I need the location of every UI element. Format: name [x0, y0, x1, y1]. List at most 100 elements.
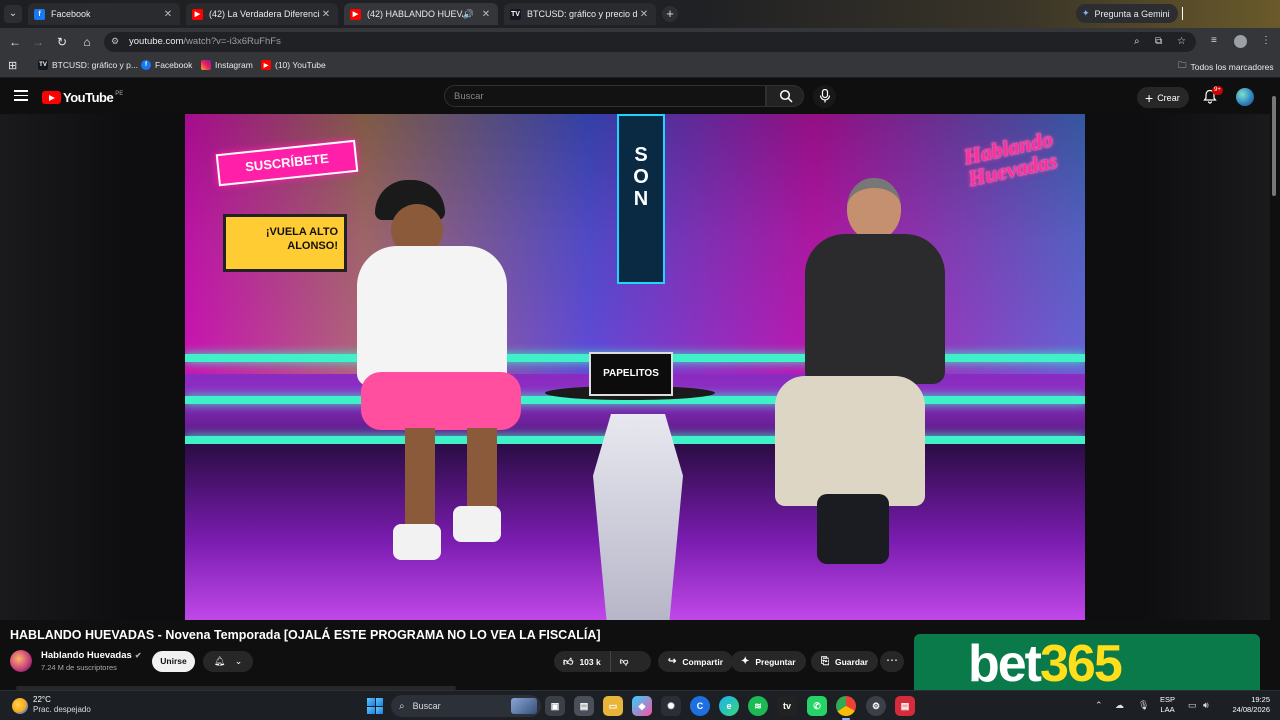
close-tab-icon[interactable]: ✕ — [162, 9, 174, 20]
channel-name[interactable]: Hablando Huevadas ✔ — [41, 650, 142, 661]
ask-button[interactable]: ✦ Preguntar — [731, 651, 806, 672]
profile-avatar[interactable] — [1234, 35, 1247, 48]
chrome-icon[interactable] — [836, 696, 856, 720]
copilot-icon[interactable]: ◆ — [632, 696, 652, 716]
bulldog-statue — [593, 414, 683, 620]
video-player[interactable]: SUSCRÍBETE ¡VUELA ALTO ALONSO! S O N Hab… — [185, 114, 1085, 620]
edge-icon[interactable]: e — [719, 696, 739, 716]
youtube-icon: ▶ — [261, 60, 271, 70]
verified-icon: ✔ — [134, 651, 142, 660]
menu-icon[interactable] — [14, 90, 28, 101]
join-button[interactable]: Unirse — [152, 651, 195, 672]
language-indicator[interactable]: ESP LAA — [1160, 695, 1175, 715]
close-tab-icon[interactable]: ✕ — [320, 9, 332, 20]
chevron-down-icon: ⌄ — [234, 656, 243, 666]
system-clock[interactable]: 19:25 24/08/2026 — [1222, 695, 1270, 715]
search-highlight-image — [511, 698, 537, 714]
search-icon: ⌕ — [399, 700, 405, 712]
search-input[interactable] — [454, 90, 754, 103]
share-button[interactable]: ↪ Compartir — [658, 651, 734, 672]
weather-description[interactable]: Prac. despejado — [33, 705, 91, 714]
youtube-logo[interactable]: YouTube PE — [42, 90, 123, 105]
tab-btcusd[interactable]: TV BTCUSD: gráfico y precio del Bi ✕ — [504, 3, 656, 25]
weather-icon[interactable] — [12, 698, 28, 714]
bookmark-youtube[interactable]: ▶ (10) YouTube — [261, 60, 326, 70]
notification-badge: 9+ — [1212, 86, 1223, 95]
speaker-icon[interactable]: 🔊 — [463, 9, 474, 20]
pdf-app-icon[interactable]: ▤ — [895, 696, 915, 716]
bookmark-star-icon[interactable]: ☆ — [1177, 36, 1186, 47]
forward-icon[interactable]: → — [30, 34, 46, 50]
bookmark-btcusd[interactable]: TV BTCUSD: gráfico y p... — [38, 60, 138, 70]
cortana-icon[interactable]: C — [690, 696, 710, 716]
bookmark-instagram[interactable]: Instagram — [201, 60, 253, 70]
folder-icon: 🗀 — [1178, 60, 1187, 70]
tab-facebook[interactable]: f Facebook ✕ — [28, 3, 180, 25]
more-actions-button[interactable]: ⋯ — [880, 651, 904, 672]
like-button[interactable]: 👍︎ 103 k — [554, 651, 611, 672]
youtube-icon: ▶ — [192, 8, 203, 20]
reload-icon[interactable]: ↻ — [54, 34, 70, 50]
youtube-header: YouTube PE + Crear 9+ — [0, 78, 1280, 114]
save-button[interactable]: ⎘ Guardar — [811, 651, 879, 672]
file-explorer-icon[interactable]: ▭ — [603, 696, 623, 716]
host-left-shorts — [361, 372, 521, 430]
tab-search-icon[interactable]: ⌄ — [4, 5, 22, 23]
home-icon[interactable]: ⌂ — [79, 34, 95, 50]
bookmarks-bar: ⊞ TV BTCUSD: gráfico y p... f Facebook I… — [0, 56, 1280, 78]
tab-youtube-diferencia[interactable]: ▶ (42) La Verdadera Diferencia Ent ✕ — [186, 3, 338, 25]
host-right-shoes — [817, 494, 889, 564]
tab-title: BTCUSD: gráfico y precio del Bi — [527, 9, 638, 19]
bookmark-facebook[interactable]: f Facebook — [141, 60, 192, 70]
bookmark-icon: ⎘ — [821, 656, 829, 667]
volume-icon[interactable]: 🔊︎ — [1203, 700, 1209, 711]
host-left-leg — [405, 428, 435, 538]
taskbar-search[interactable]: ⌕ Buscar — [391, 695, 541, 717]
dislike-button[interactable]: 👎︎ — [611, 656, 638, 667]
store-icon[interactable]: ▤ — [574, 696, 594, 716]
host-left-shirt — [357, 246, 507, 386]
apple-tv-icon[interactable]: tv — [777, 696, 797, 716]
microphone-tray-icon[interactable]: 🎙︎ — [1138, 700, 1149, 711]
close-tab-icon[interactable]: ✕ — [638, 9, 650, 20]
apps-grid-icon[interactable]: ⊞ — [8, 59, 17, 72]
papelitos-sign: PAPELITOS — [589, 352, 673, 396]
spotify-icon[interactable]: ≋ — [748, 696, 768, 716]
subscription-bell-button[interactable]: 🔔︎ ⌄ — [203, 651, 253, 672]
host-right-pants — [775, 376, 925, 506]
tab-youtube-hablando[interactable]: ▶ (42) HABLANDO HUEVADA 🔊 ✕ — [344, 3, 498, 25]
close-tab-icon[interactable]: ✕ — [480, 9, 492, 20]
video-title: HABLANDO HUEVADAS - Novena Temporada [OJ… — [10, 628, 601, 642]
tray-overflow-icon[interactable]: ⌃ — [1095, 700, 1103, 711]
cloud-icon[interactable]: ☁ — [1115, 700, 1124, 711]
browser-menu-icon[interactable]: ⋮ — [1261, 35, 1271, 46]
gemini-button[interactable]: ✦ Pregunta a Gemini — [1076, 4, 1178, 23]
create-button[interactable]: + Crear — [1137, 87, 1189, 108]
address-bar[interactable]: ⚙ youtube.com/watch?v=-i3x6RuFhFs ⌕ ⧉ ☆ — [104, 32, 1196, 52]
channel-avatar[interactable] — [10, 650, 32, 672]
search-button[interactable] — [766, 85, 804, 107]
windows-start-icon[interactable] — [367, 698, 383, 714]
all-bookmarks[interactable]: 🗀 Todos los marcadores — [1178, 60, 1274, 74]
notifications-button[interactable]: 9+ — [1203, 86, 1223, 107]
url-text[interactable]: youtube.com/watch?v=-i3x6RuFhFs — [129, 36, 281, 47]
chatgpt-icon[interactable]: ✺ — [661, 696, 681, 716]
whatsapp-icon[interactable]: ✆ — [807, 696, 827, 716]
search-icon — [779, 89, 793, 103]
tab-media-icon[interactable]: ≡ — [1211, 35, 1217, 46]
search-box[interactable] — [444, 85, 766, 107]
page-scrollbar[interactable] — [1270, 84, 1278, 684]
site-info-icon[interactable]: ⚙ — [111, 36, 119, 47]
zoom-icon[interactable]: ⌕ — [1134, 36, 1140, 47]
network-icon[interactable]: ▭ — [1188, 700, 1197, 711]
cast-icon[interactable]: ⧉ — [1155, 36, 1162, 47]
back-icon[interactable]: ← — [7, 34, 23, 50]
bet365-ad-banner[interactable]: bet365 — [914, 634, 1260, 690]
youtube-icon: ▶ — [350, 8, 361, 20]
task-view-icon[interactable]: ▣ — [545, 696, 565, 716]
account-avatar[interactable] — [1236, 88, 1254, 106]
voice-search-button[interactable] — [813, 85, 836, 108]
weather-temperature[interactable]: 22°C — [33, 695, 51, 704]
new-tab-button[interactable]: + — [662, 6, 678, 22]
settings-gear-icon[interactable]: ⚙ — [866, 696, 886, 716]
